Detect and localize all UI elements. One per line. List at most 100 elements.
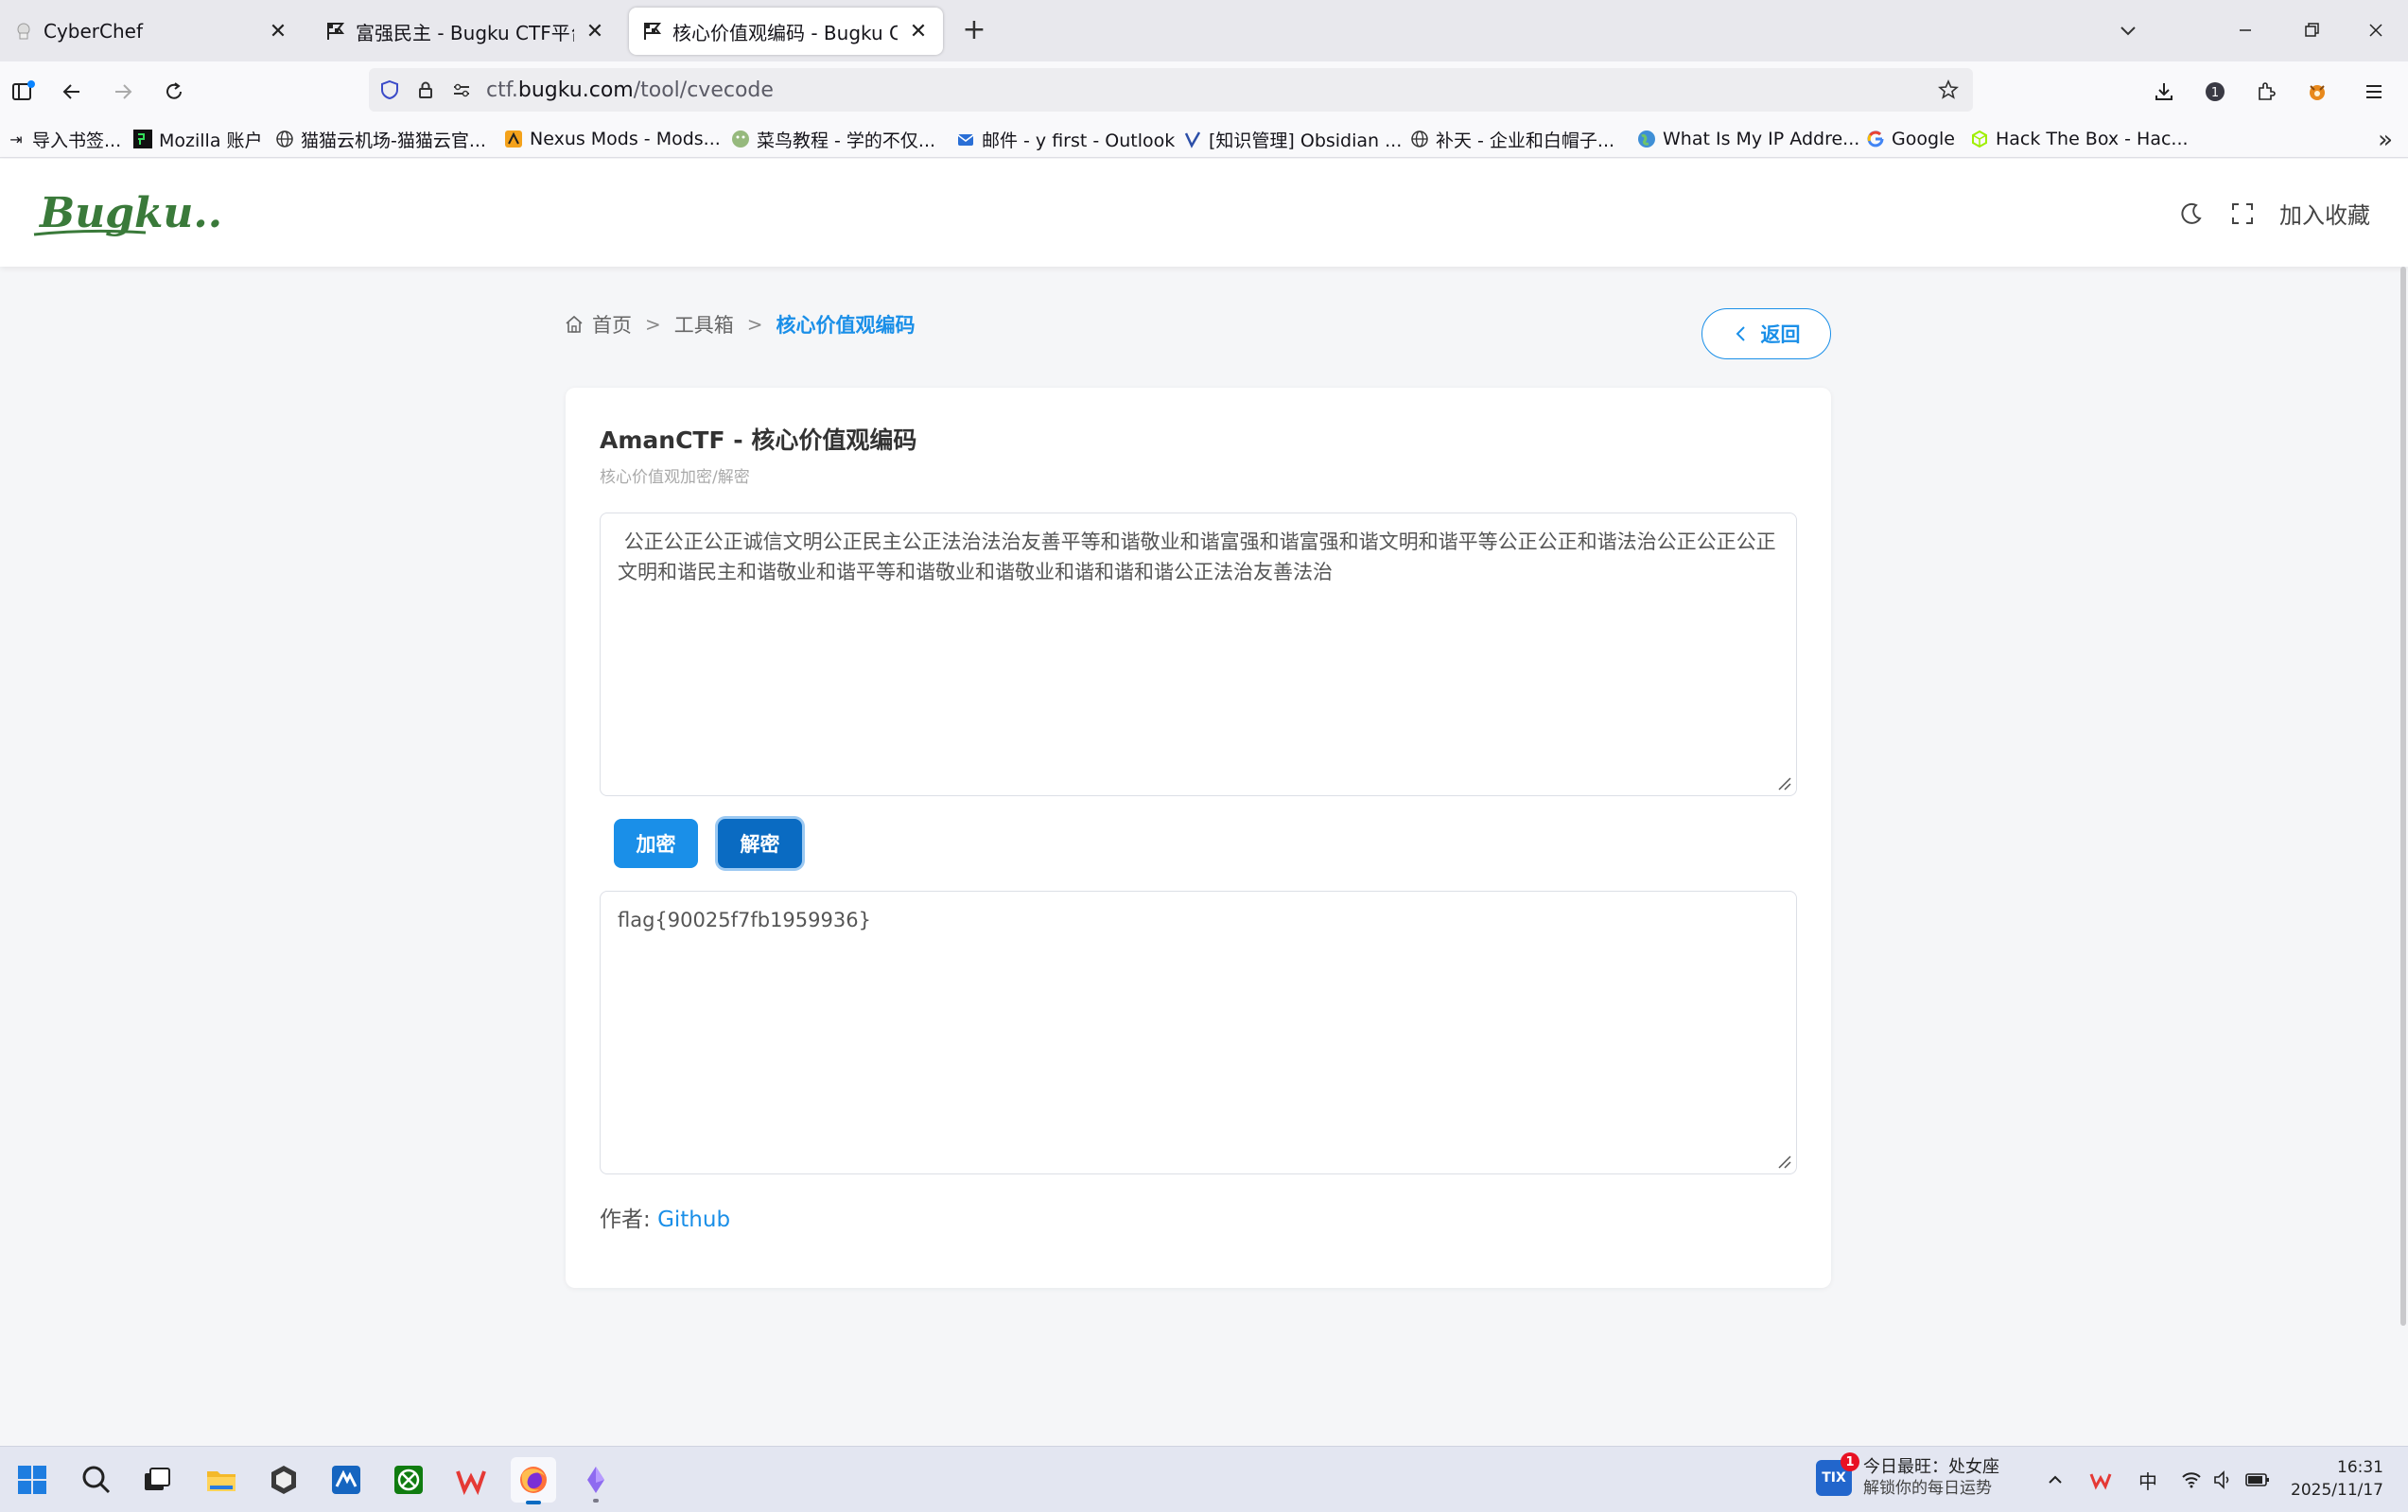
dark-mode-moon-icon[interactable] <box>2177 200 2206 228</box>
chevron-right-icon: > <box>746 313 763 336</box>
bookmark-maomaoyun[interactable]: 猫猫云机场-猫猫云官... <box>274 126 486 152</box>
tracking-shield-icon[interactable] <box>375 75 405 105</box>
runoob-icon <box>730 129 751 149</box>
resize-handle-icon[interactable] <box>1773 1151 1792 1170</box>
system-clock[interactable]: 16:31 2025/11/17 <box>2291 1456 2383 1502</box>
bookmark-star-icon[interactable] <box>1933 75 1963 105</box>
wifi-icon[interactable] <box>2177 1466 2206 1494</box>
close-window-icon[interactable] <box>2355 9 2397 51</box>
bookmark-label: 补天 - 企业和白帽子... <box>1436 130 1615 151</box>
breadcrumb-current: 核心价值观编码 <box>776 314 916 337</box>
menu-hamburger-icon[interactable] <box>2355 73 2393 111</box>
bookmark-label: Hack The Box - Hac... <box>1996 129 2189 149</box>
input-textarea[interactable]: 公正公正公正诚信文明公正民主公正法治法治友善平等和谐敬业和谐富强和谐富强和谐文明… <box>600 513 1797 796</box>
bookmark-outlook[interactable]: 邮件 - y first - Outlook <box>955 126 1175 152</box>
bookmark-nexus-mods[interactable]: Nexus Mods - Mods... <box>503 126 721 152</box>
fox-extension-icon[interactable] <box>2298 73 2336 111</box>
windows-taskbar: TIX 1 今日最旺：处女座 解锁你的每日运势 中 16:31 2025/11/… <box>0 1446 2408 1512</box>
sidebar-toggle-icon[interactable] <box>4 73 42 111</box>
add-favorite-link[interactable]: 加入收藏 <box>2279 197 2370 230</box>
tab-cvecode[interactable]: 核心价值观编码 - Bugku CTF平台 ✕ <box>629 8 943 55</box>
page-scrollbar[interactable] <box>2400 267 2406 1326</box>
crystal-app-icon[interactable] <box>573 1457 619 1503</box>
lock-icon[interactable] <box>410 75 441 105</box>
earth-icon <box>1636 129 1657 149</box>
vscode-like-icon[interactable] <box>323 1457 369 1503</box>
url-domain: bugku.com <box>517 78 634 102</box>
reload-icon[interactable] <box>155 73 193 111</box>
file-explorer-icon[interactable] <box>199 1457 244 1503</box>
permissions-icon[interactable] <box>446 75 477 105</box>
import-icon: ⇥ <box>9 130 23 148</box>
bookmark-label: 导入书签... <box>32 130 122 151</box>
close-tab-icon[interactable]: ✕ <box>584 20 606 43</box>
address-bar[interactable]: ctf.bugku.com/tool/cvecode <box>369 68 1973 112</box>
decrypt-button[interactable]: 解密 <box>718 819 802 868</box>
breadcrumb-home[interactable]: 首页 <box>592 310 632 339</box>
url-prefix: ctf. <box>486 78 518 102</box>
bookmark-whatismyip[interactable]: What Is My IP Addre... <box>1636 126 1859 152</box>
encrypt-button[interactable]: 加密 <box>614 819 698 868</box>
battery-icon[interactable] <box>2243 1466 2272 1494</box>
tab-fuqiang[interactable]: 富强民主 - Bugku CTF平台 ✕ <box>312 8 619 55</box>
tab-cyberchef[interactable]: CyberChef ✕ <box>0 8 303 55</box>
bookmark-label: [知识管理] Obsidian ... <box>1209 130 1403 151</box>
firefox-icon[interactable] <box>511 1457 556 1504</box>
close-tab-icon[interactable]: ✕ <box>907 20 930 43</box>
tool-card: AmanCTF - 核心价值观编码 核心价值观加密/解密 公正公正公正诚信文明公… <box>566 388 1831 1288</box>
bookmark-runoob[interactable]: 菜鸟教程 - 学的不仅... <box>730 126 935 152</box>
bookmark-obsidian[interactable]: [知识管理] Obsidian ... <box>1182 126 1402 152</box>
card-subtitle: 核心价值观加密/解密 <box>600 468 750 487</box>
bookmark-butian[interactable]: 补天 - 企业和白帽子... <box>1409 126 1614 152</box>
hackthebox-icon <box>1969 129 1990 149</box>
url-text: ctf.bugku.com/tool/cvecode <box>486 78 774 102</box>
author-label: 作者: <box>600 1208 658 1232</box>
resize-handle-icon[interactable] <box>1773 773 1792 791</box>
output-textarea[interactable]: flag{90025f7fb1959936} <box>600 891 1797 1174</box>
tray-chevron-up-icon[interactable] <box>2041 1466 2069 1494</box>
new-tab-button[interactable]: + <box>958 13 990 46</box>
downloads-icon[interactable] <box>2145 73 2183 111</box>
more-bookmarks-chevron-icon[interactable]: » <box>2378 126 2393 154</box>
site-header: Bugku... 加入收藏 <box>0 159 2408 267</box>
close-tab-icon[interactable]: ✕ <box>267 20 289 43</box>
wps-office-icon[interactable] <box>448 1457 494 1503</box>
tab-strip: CyberChef ✕ 富强民主 - Bugku CTF平台 ✕ 核心价值观编码… <box>0 0 2408 61</box>
back-button[interactable]: 返回 <box>1701 308 1831 359</box>
navigation-toolbar: ctf.bugku.com/tool/cvecode 1 <box>0 61 2408 120</box>
bookmark-google[interactable]: Google <box>1865 126 1955 152</box>
extensions-icon[interactable] <box>2247 73 2285 111</box>
task-view-icon[interactable] <box>134 1457 180 1503</box>
bookmark-label: What Is My IP Addre... <box>1663 129 1860 149</box>
bookmark-label: Nexus Mods - Mods... <box>530 129 721 149</box>
bookmark-label: Google <box>1892 129 1956 149</box>
restore-icon[interactable] <box>2291 9 2332 51</box>
list-tabs-chevron-icon[interactable] <box>2107 9 2149 51</box>
bookmark-hackthebox[interactable]: Hack The Box - Hac... <box>1969 126 2189 152</box>
author-line: 作者: Github <box>600 1201 730 1233</box>
password-manager-icon[interactable]: 1 <box>2196 73 2234 111</box>
minimize-icon[interactable] <box>2225 9 2266 51</box>
search-icon[interactable] <box>74 1457 119 1503</box>
volume-icon[interactable] <box>2209 1466 2238 1494</box>
unity-hub-icon[interactable] <box>261 1457 306 1503</box>
bugku-logo[interactable]: Bugku... <box>32 180 221 246</box>
clock-date: 2025/11/17 <box>2291 1481 2383 1500</box>
start-windows-icon[interactable] <box>9 1457 55 1503</box>
running-indicator <box>593 1499 599 1503</box>
forward-arrow-icon[interactable] <box>104 73 142 111</box>
tab-title: 核心价值观编码 - Bugku CTF平台 <box>672 21 898 44</box>
wps-tray-icon[interactable] <box>2086 1466 2115 1494</box>
github-link[interactable]: Github <box>657 1208 730 1232</box>
bookmark-mozilla[interactable]: Mozilla 账户 <box>132 126 263 152</box>
news-widget[interactable]: TIX 1 今日最旺：处女座 解锁你的每日运势 <box>1816 1452 1999 1500</box>
fullscreen-icon[interactable] <box>2228 200 2257 228</box>
bookmark-import[interactable]: ⇥ 导入书签... <box>6 126 121 152</box>
tab-title: 富强民主 - Bugku CTF平台 <box>356 21 574 44</box>
outlook-mail-icon <box>955 129 976 149</box>
xbox-icon[interactable] <box>386 1457 431 1503</box>
ime-indicator[interactable]: 中 <box>2134 1466 2162 1494</box>
breadcrumb-toolbox[interactable]: 工具箱 <box>674 310 734 339</box>
back-arrow-icon[interactable] <box>53 73 91 111</box>
bookmark-label: Mozilla 账户 <box>159 130 263 151</box>
